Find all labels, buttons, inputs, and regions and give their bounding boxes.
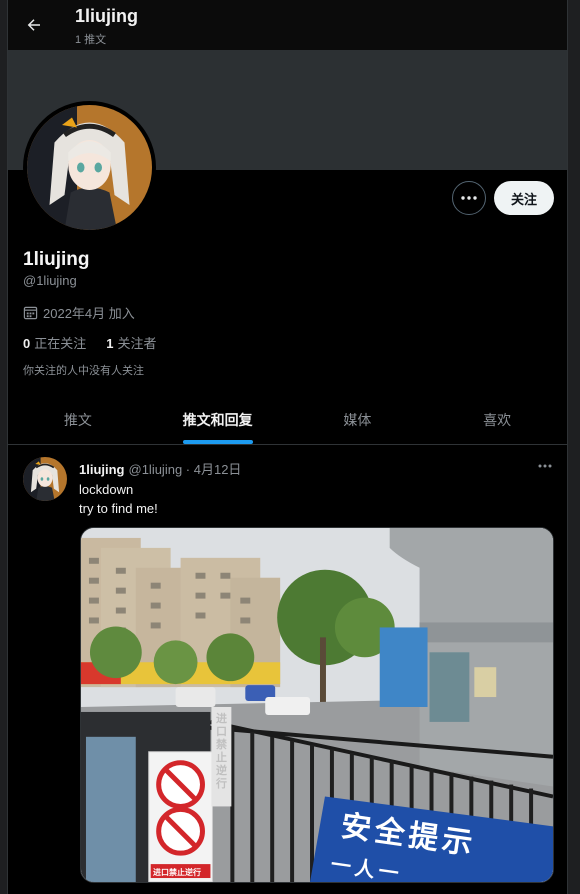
back-button[interactable] (22, 13, 46, 37)
street-photo-image (81, 528, 553, 882)
anime-avatar-image (23, 457, 67, 501)
tab-likes[interactable]: 喜欢 (427, 395, 567, 444)
followers-you-know: 你关注的人中没有人关注 (23, 365, 144, 377)
tweet-avatar[interactable] (23, 457, 67, 501)
tab-posts[interactable]: 推文 (8, 395, 148, 444)
anime-avatar-image (27, 105, 152, 230)
calendar-icon (23, 306, 38, 320)
tweet-photo[interactable]: 安全提示 一人一 进口禁止逆行 进口禁止逆行 (80, 527, 554, 883)
more-horizontal-icon (461, 196, 477, 200)
joined-text: 2022年4月 加入 (43, 306, 135, 321)
tweet-author-handle[interactable]: @1liujing (129, 462, 183, 477)
more-horizontal-icon (538, 464, 552, 468)
photo-gate-sign: 进口禁止逆行 (153, 868, 201, 877)
tweet-more-button[interactable] (536, 458, 554, 474)
tab-media[interactable]: 媒体 (288, 395, 428, 444)
tab-label: 喜欢 (483, 411, 512, 428)
tweet-text-line: try to find me! (79, 501, 158, 516)
followers-link[interactable]: 1 关注者 (106, 333, 156, 352)
followers-label: 关注者 (117, 336, 157, 351)
following-link[interactable]: 0 正在关注 (23, 333, 86, 352)
profile-handle: @1liujing (23, 273, 77, 288)
profile-tabs: 推文 推文和回复 媒体 喜欢 (8, 395, 567, 445)
following-label: 正在关注 (34, 336, 87, 351)
tab-label: 媒体 (343, 411, 372, 428)
tweet-text-line: lockdown (79, 482, 134, 497)
arrow-left-icon (27, 19, 40, 31)
tweet-date[interactable]: · 4月12日 (186, 462, 242, 477)
page: 1liujing 1 推文 关注 1liujing @1liujing 2022… (0, 0, 580, 894)
photo-pole-sign: 进口禁止逆行 (216, 712, 227, 790)
active-tab-indicator (182, 440, 253, 444)
joined-date: 2022年4月 加入 (23, 303, 135, 322)
tweet-header: 1liujing @1liujing · 4月12日 (79, 459, 241, 478)
top-bar: 1liujing 1 推文 (8, 0, 567, 50)
tab-label: 推文 (63, 411, 92, 428)
profile-avatar[interactable] (23, 101, 156, 234)
follow-button[interactable]: 关注 (494, 181, 554, 215)
profile-display-name: 1liujing (23, 249, 90, 270)
tweet-text: lockdown try to find me! (79, 480, 158, 518)
followers-count: 1 (106, 336, 114, 351)
post-count: 1 推文 (75, 34, 107, 46)
tab-label: 推文和回复 (182, 411, 253, 428)
more-options-button[interactable] (452, 181, 486, 215)
profile-column: 1liujing 1 推文 关注 1liujing @1liujing 2022… (7, 0, 568, 894)
page-title: 1liujing (75, 6, 138, 26)
tab-posts-and-replies[interactable]: 推文和回复 (148, 395, 288, 444)
follow-stats: 0 正在关注 1 关注者 (23, 333, 157, 352)
following-count: 0 (23, 336, 31, 351)
tweet-author-name[interactable]: 1liujing (79, 462, 125, 477)
